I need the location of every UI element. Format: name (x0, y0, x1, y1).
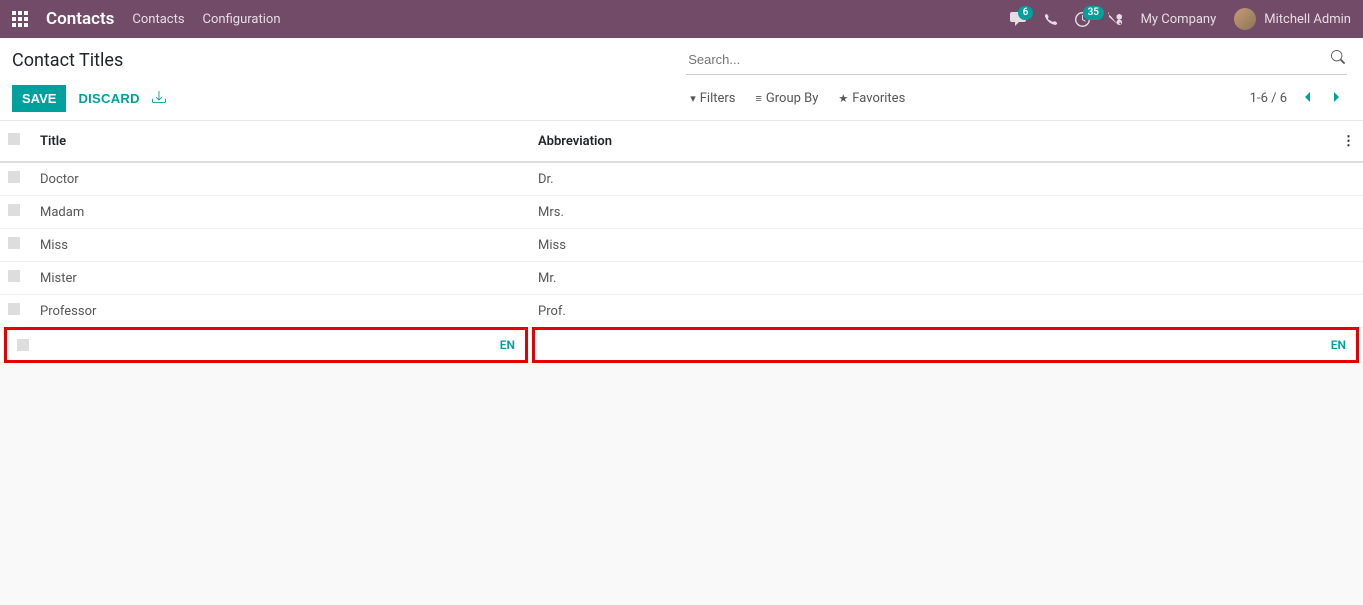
col-abbreviation[interactable]: Abbreviation (530, 121, 1334, 162)
pager: 1-6 / 6 (1250, 87, 1347, 111)
search-icon[interactable] (1331, 50, 1345, 68)
cell-abbr[interactable]: Mr. (530, 262, 1363, 295)
row-select[interactable] (17, 339, 29, 351)
cell-abbr[interactable]: Mrs. (530, 196, 1363, 229)
edit-abbr-cell[interactable]: EN (532, 327, 1359, 363)
lang-badge[interactable]: EN (1327, 338, 1350, 352)
favorites-button[interactable]: ★Favorites (838, 91, 905, 106)
cell-title[interactable]: Madam (32, 196, 530, 229)
company-selector[interactable]: My Company (1141, 12, 1217, 27)
cell-title[interactable]: Professor (32, 295, 530, 328)
activity-badge: 35 (1083, 6, 1104, 20)
edit-row[interactable]: EN EN (0, 328, 1363, 363)
table-row[interactable]: ProfessorProf. (0, 295, 1363, 328)
row-select[interactable] (0, 295, 32, 328)
discard-button[interactable]: DISCARD (78, 91, 139, 106)
list-icon: ≡ (756, 92, 762, 105)
pager-text[interactable]: 1-6 / 6 (1250, 91, 1287, 106)
cell-abbr[interactable]: Miss (530, 229, 1363, 262)
header-left: Contacts Contacts Configuration (12, 9, 281, 29)
pager-next[interactable] (1327, 87, 1347, 111)
save-button[interactable]: SAVE (12, 85, 66, 112)
edit-title-cell[interactable]: EN (4, 327, 528, 363)
cell-abbr[interactable]: Prof. (530, 295, 1363, 328)
table-row[interactable]: MisterMr. (0, 262, 1363, 295)
user-name: Mitchell Admin (1264, 12, 1351, 27)
tools-icon[interactable] (1108, 12, 1123, 27)
row-select[interactable] (0, 262, 32, 295)
cell-title[interactable]: Doctor (32, 162, 530, 196)
avatar (1234, 8, 1256, 30)
abbr-input[interactable] (541, 338, 1327, 353)
title-input[interactable] (43, 338, 496, 353)
header-right: 6 35 My Company Mitchell Admin (1010, 8, 1351, 30)
titles-table: Title Abbreviation ⋮ DoctorDr.MadamMrs.M… (0, 121, 1363, 363)
filters-button[interactable]: ▾Filters (690, 91, 735, 106)
chat-badge: 6 (1018, 6, 1034, 20)
cell-abbr[interactable]: Dr. (530, 162, 1363, 196)
table-row[interactable]: MissMiss (0, 229, 1363, 262)
apps-icon[interactable] (12, 11, 28, 27)
pager-prev[interactable] (1297, 87, 1317, 111)
row-select[interactable] (0, 229, 32, 262)
select-all-cell[interactable] (0, 121, 32, 162)
col-title[interactable]: Title (32, 121, 530, 162)
funnel-icon: ▾ (690, 92, 696, 105)
nav-contacts[interactable]: Contacts (132, 12, 184, 27)
search-input[interactable] (688, 52, 1331, 67)
table-row[interactable]: DoctorDr. (0, 162, 1363, 196)
page-title: Contact Titles (12, 46, 123, 79)
export-icon[interactable] (152, 90, 166, 108)
cell-title[interactable]: Mister (32, 262, 530, 295)
control-panel: Contact Titles SAVE DISCARD ▾Filters ≡Gr… (0, 38, 1363, 121)
row-select[interactable] (0, 162, 32, 196)
user-menu[interactable]: Mitchell Admin (1234, 8, 1351, 30)
app-name[interactable]: Contacts (46, 9, 114, 29)
phone-icon[interactable] (1044, 13, 1057, 26)
lang-badge[interactable]: EN (496, 338, 519, 352)
nav-configuration[interactable]: Configuration (203, 12, 281, 27)
star-icon: ★ (838, 92, 848, 105)
row-select[interactable] (0, 196, 32, 229)
activity-icon[interactable]: 35 (1075, 12, 1090, 27)
group-by-button[interactable]: ≡Group By (756, 91, 819, 106)
optional-columns[interactable]: ⋮ (1334, 121, 1363, 162)
table-container: Title Abbreviation ⋮ DoctorDr.MadamMrs.M… (0, 121, 1363, 363)
search-bar[interactable] (686, 46, 1347, 75)
app-header: Contacts Contacts Configuration 6 35 My … (0, 0, 1363, 38)
chat-icon[interactable]: 6 (1010, 12, 1026, 26)
table-row[interactable]: MadamMrs. (0, 196, 1363, 229)
cell-title[interactable]: Miss (32, 229, 530, 262)
